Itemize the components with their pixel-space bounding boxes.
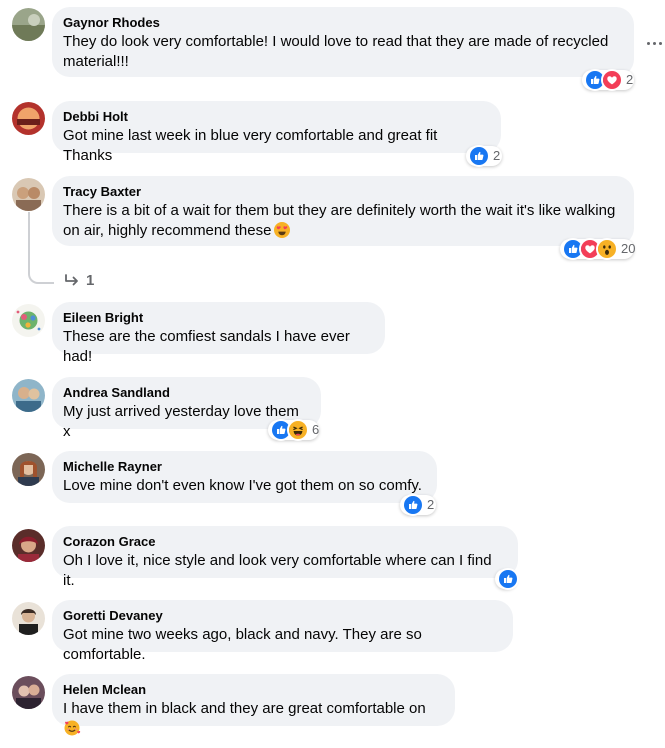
reaction-summary[interactable]: 20 [560, 238, 636, 260]
avatar[interactable] [12, 453, 45, 486]
love-reaction-icon [601, 69, 623, 91]
comment-author[interactable]: Gaynor Rhodes [63, 15, 622, 31]
more-dots-icon[interactable] [644, 37, 664, 49]
reaction-count: 2 [427, 497, 435, 512]
avatar[interactable] [12, 102, 45, 135]
like-reaction-icon [497, 568, 519, 590]
reaction-count: 2 [626, 72, 634, 87]
reaction-summary[interactable]: 2 [582, 69, 634, 91]
reply-thread-line [28, 212, 54, 284]
smiling-face-with-hearts-emoji [64, 720, 81, 742]
comment-bubble: Helen Mclean I have them in black and th… [52, 674, 455, 736]
like-reaction-icon [468, 145, 490, 167]
comment-text: Got mine last week in blue very comforta… [63, 127, 438, 164]
comment-bubble: Tracy Baxter There is a bit of a wait fo… [52, 176, 634, 246]
comment-author[interactable]: Tracy Baxter [63, 184, 622, 200]
comment-author[interactable]: Debbi Holt [63, 109, 489, 125]
reply-arrow-icon [65, 273, 78, 285]
comment-author[interactable]: Corazon Grace [63, 534, 506, 550]
reaction-count: 6 [312, 422, 320, 437]
comment-text: Love mine don't even know I've got them … [63, 477, 422, 494]
comment-author[interactable]: Michelle Rayner [63, 459, 425, 475]
avatar[interactable] [12, 676, 45, 709]
avatar[interactable] [12, 529, 45, 562]
comment-author[interactable]: Andrea Sandland [63, 385, 309, 401]
like-reaction-icon [402, 494, 424, 516]
replies-count: 1 [86, 272, 95, 289]
comment-author[interactable]: Eileen Bright [63, 310, 373, 326]
comment-author[interactable]: Goretti Devaney [63, 608, 501, 624]
comment-bubble: Gaynor Rhodes They do look very comforta… [52, 7, 634, 77]
comment-bubble: Goretti Devaney Got mine two weeks ago, … [52, 600, 513, 663]
comment-text-body: There is a bit of a wait for them but th… [63, 202, 616, 239]
comment-text: Got mine two weeks ago, black and navy. … [63, 626, 422, 663]
comment-text: They do look very comfortable! I would l… [63, 33, 609, 70]
reaction-count: 20 [621, 241, 636, 256]
comment-bubble: Michelle Rayner Love mine don't even kno… [52, 451, 437, 503]
comment-text-body: I have them in black and they are great … [63, 700, 426, 717]
view-replies-link[interactable]: 1 [64, 272, 94, 289]
comment-bubble: Eileen Bright These are the comfiest san… [52, 302, 385, 365]
reaction-summary[interactable]: 2 [400, 494, 436, 516]
comment-text: I have them in black and they are great … [63, 699, 443, 742]
avatar[interactable] [12, 8, 45, 41]
avatar[interactable] [12, 602, 45, 635]
avatar[interactable] [12, 304, 45, 337]
comment-author[interactable]: Helen Mclean [63, 682, 443, 698]
avatar[interactable] [12, 379, 45, 412]
comment-bubble: Corazon Grace Oh I love it, nice style a… [52, 526, 518, 589]
comments-section: Gaynor Rhodes They do look very comforta… [0, 0, 665, 748]
reaction-summary[interactable]: 2 [466, 145, 502, 167]
comment-text: Oh I love it, nice style and look very c… [63, 552, 492, 589]
avatar[interactable] [12, 178, 45, 211]
heart-eyes-emoji [274, 222, 291, 244]
wow-reaction-icon [596, 238, 618, 260]
reaction-summary[interactable]: 6 [268, 419, 320, 441]
comment-bubble: Debbi Holt Got mine last week in blue ve… [52, 101, 501, 164]
comment-text: These are the comfiest sandals I have ev… [63, 328, 350, 365]
reaction-count: 2 [493, 148, 501, 163]
comment-text: There is a bit of a wait for them but th… [63, 201, 622, 244]
reaction-summary[interactable] [495, 568, 519, 590]
haha-reaction-icon [287, 419, 309, 441]
